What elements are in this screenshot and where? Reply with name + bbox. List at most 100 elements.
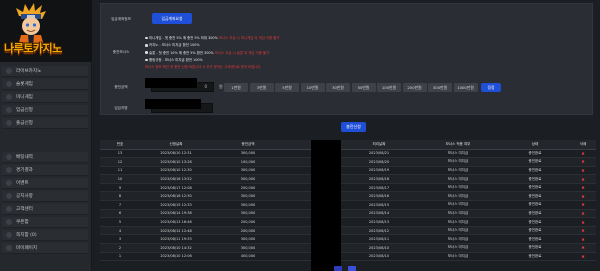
amount-preset-button[interactable]: 10만원 <box>300 83 325 92</box>
sidebar-item[interactable]: 슬롯게임 <box>2 79 88 90</box>
table-cell: 7 <box>100 200 140 210</box>
table-row: 1 2023/08/10 12:06 400,000 2023/08/10 보너스 미지… <box>100 252 596 262</box>
table-row: 10 2023/08/16 13:52 500,000 2023/08/18 보너스 미… <box>100 174 596 184</box>
deposit-icon <box>6 107 12 113</box>
user-icon <box>6 245 12 251</box>
sidebar-item[interactable]: 공지사항 <box>2 191 88 202</box>
delete-icon[interactable]: ✖ <box>581 185 584 190</box>
delete-icon[interactable]: ✖ <box>581 220 584 225</box>
sidebar-item[interactable]: 쿠폰함 <box>2 217 88 228</box>
delete-cell: ✖ <box>570 149 596 159</box>
amount-label: 충전금액 <box>114 85 128 89</box>
amount-preset-button[interactable]: 5만원 <box>275 83 299 92</box>
table-cell: 2023/08/17 12:08 <box>140 183 212 193</box>
table-cell: 2023/08/12 12:48 <box>140 226 212 236</box>
table-cell: 보너스 미지급 <box>416 157 500 167</box>
page-indicator[interactable] <box>334 266 342 271</box>
amount-preset-button[interactable]: 100만원 <box>377 83 401 92</box>
table-cell: 충전완료 <box>500 252 570 262</box>
amount-preset-button[interactable]: 1000만원 <box>453 83 478 92</box>
sidebar-item-label: 이벤트 <box>16 181 29 186</box>
table-header-row: 번호 신청날짜 충전금액 처리날짜 보너스 적용 여부 상태 삭제 <box>100 140 596 150</box>
table-cell: 200,000 <box>212 226 284 236</box>
delete-icon[interactable]: ✖ <box>581 211 584 216</box>
redacted-column <box>311 140 341 271</box>
deposit-history-table: 번호 신청날짜 충전금액 처리날짜 보너스 적용 여부 상태 삭제 13 2023/08/10… <box>100 140 596 262</box>
table-cell: 3 <box>100 234 140 245</box>
table-cell: 300,000 <box>212 234 284 245</box>
table-cell: 보너스 미지급 <box>416 243 500 253</box>
table-cell: 보너스 미지급 <box>416 191 500 202</box>
sidebar-item[interactable]: 쪽지함 (0) <box>2 230 88 241</box>
event-icon <box>6 180 12 186</box>
logo[interactable]: 나루토카지노 <box>0 0 92 62</box>
game-icon <box>6 94 12 100</box>
page-indicator[interactable] <box>348 266 356 271</box>
coupon-icon <box>6 219 12 225</box>
reset-button[interactable]: 정정 <box>481 83 501 92</box>
delete-cell: ✖ <box>570 157 596 167</box>
delete-icon[interactable]: ✖ <box>581 228 584 233</box>
column-header: 상태 <box>500 140 570 150</box>
apply-deposit-button[interactable]: 충전신청 <box>341 122 366 132</box>
delete-icon[interactable]: ✖ <box>581 151 584 156</box>
delete-icon[interactable]: ✖ <box>581 159 584 164</box>
delete-cell: ✖ <box>570 166 596 176</box>
delete-icon[interactable]: ✖ <box>581 237 584 242</box>
table-cell: 2023/08/10 14:32 <box>140 243 212 253</box>
account-info-label: 입금계좌정보 <box>111 17 131 21</box>
sidebar-item[interactable]: 마이페이지 <box>2 243 88 254</box>
sidebar-item-label: 쪽지함 (0) <box>16 233 37 238</box>
notice-warning: 보너스 지급 시 슬롯 외 게임 이용 불가 <box>213 50 270 55</box>
sidebar-item[interactable]: 배팅내역 <box>2 152 88 163</box>
delete-icon[interactable]: ✖ <box>581 254 584 259</box>
amount-preset-button[interactable]: 300만원 <box>428 83 452 92</box>
delete-icon[interactable]: ✖ <box>581 202 584 207</box>
column-header: 보너스 적용 여부 <box>416 140 500 150</box>
sidebar-item-label: 마이페이지 <box>16 246 38 251</box>
sidebar-item[interactable]: 이벤트 <box>2 178 88 189</box>
delete-icon[interactable]: ✖ <box>581 194 584 199</box>
table-cell: 보너스 미지급 <box>416 166 500 176</box>
table-cell: 2023/08/10 <box>342 252 416 262</box>
table-cell: 2023/08/10 <box>342 243 416 253</box>
main-content: 입금계좌정보 입금계좌요청 충전보너스 미니게임 - 첫 충전 5% 매 충전 … <box>92 0 600 271</box>
table-cell: 2023/08/20 <box>342 157 416 167</box>
delete-cell: ✖ <box>570 243 596 253</box>
amount-preset-button[interactable]: 1만원 <box>224 83 248 92</box>
sidebar-item-label: 입금신청 <box>16 108 33 113</box>
amount-preset-button[interactable]: 3만원 <box>249 83 274 92</box>
table-cell: 충전완료 <box>500 200 570 210</box>
table-cell: 보너스 미지급 <box>416 174 500 184</box>
amount-preset-button[interactable]: 200만원 <box>402 83 427 92</box>
table-cell: 2023/08/14 <box>342 209 416 219</box>
delete-icon[interactable]: ✖ <box>581 168 584 173</box>
notice-warning: 보너스 지급 시 미니게임 외 게임 이용 불가 <box>217 36 280 40</box>
sidebar-item[interactable]: 라이브카지노 <box>2 66 88 77</box>
delete-icon[interactable]: ✖ <box>581 245 584 250</box>
request-account-button[interactable]: 입금계좌요청 <box>152 13 192 24</box>
sidebar-item[interactable]: 입금신청 <box>2 105 88 116</box>
table-row: 2 2023/08/10 14:32 300,000 2023/08/10 보너스 미지… <box>100 243 596 253</box>
sidebar-item-label: 미니게임 <box>16 95 33 100</box>
table-cell: 충전완료 <box>500 234 570 245</box>
table-row: 4 2023/08/12 12:48 200,000 2023/08/12 보너스 미지… <box>100 226 596 236</box>
table-cell: 2023/08/10 12:06 <box>140 252 212 262</box>
amount-preset-button[interactable]: 30만원 <box>326 83 350 92</box>
table-cell: 2023/08/16 13:52 <box>140 174 212 184</box>
delete-icon[interactable]: ✖ <box>581 177 584 182</box>
sidebar-item[interactable]: 미니게임 <box>2 92 88 103</box>
table-row: 7 2023/08/15 12:33 300,000 2023/08/15 보너스 미지… <box>100 200 596 210</box>
amount-preset-button[interactable]: 50만원 <box>351 83 376 92</box>
sidebar-item[interactable]: 출금신청 <box>2 118 88 129</box>
sidebar-community-menu: 배팅내역경기결과이벤트공지사항고객센터쿠폰함쪽지함 (0) 마이페이지 <box>2 152 88 256</box>
column-header: 신청날짜 <box>140 140 212 150</box>
notice-text: 롤링규정 - 보너스 미지급 환전 100% <box>149 57 203 62</box>
delete-cell: ✖ <box>570 183 596 193</box>
notice-text: 슬롯 - 첫 충전 10% 매 충전 5% 환전 300% <box>149 50 214 55</box>
delete-cell: ✖ <box>570 226 596 236</box>
sidebar-item[interactable]: 고객센터 <box>2 204 88 215</box>
table-cell: 보너스 미지급 <box>416 226 500 236</box>
table-cell: 2023/08/10 13:28 <box>140 157 212 167</box>
sidebar-item[interactable]: 경기결과 <box>2 165 88 176</box>
